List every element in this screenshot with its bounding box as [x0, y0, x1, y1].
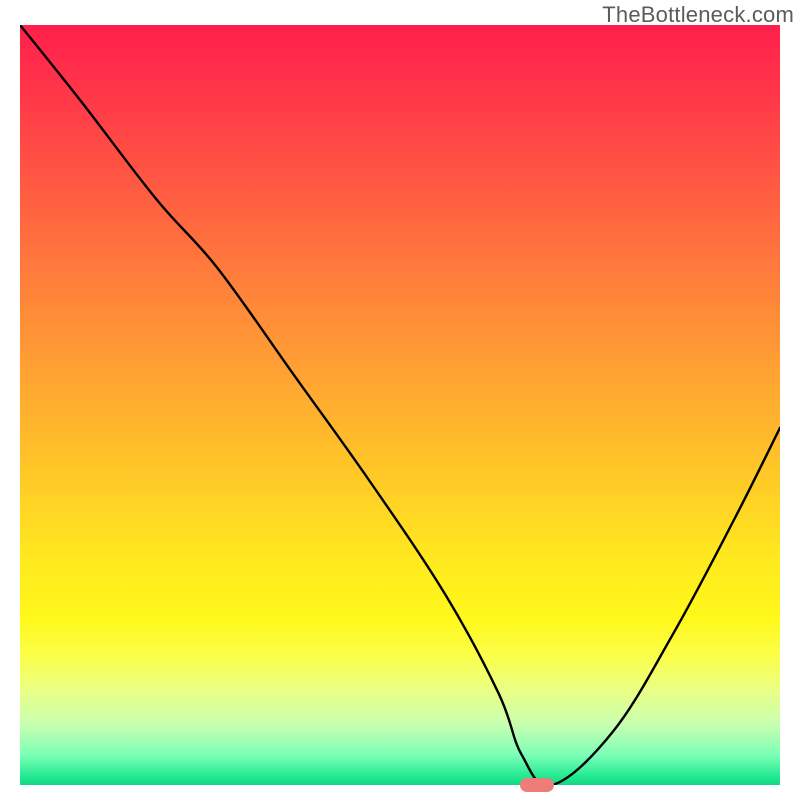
chart-container: TheBottleneck.com — [0, 0, 800, 800]
curve-layer — [20, 25, 780, 785]
plot-area — [20, 25, 780, 785]
bottleneck-curve — [20, 25, 780, 785]
optimal-point-marker — [520, 778, 554, 792]
watermark-text: TheBottleneck.com — [602, 2, 794, 28]
